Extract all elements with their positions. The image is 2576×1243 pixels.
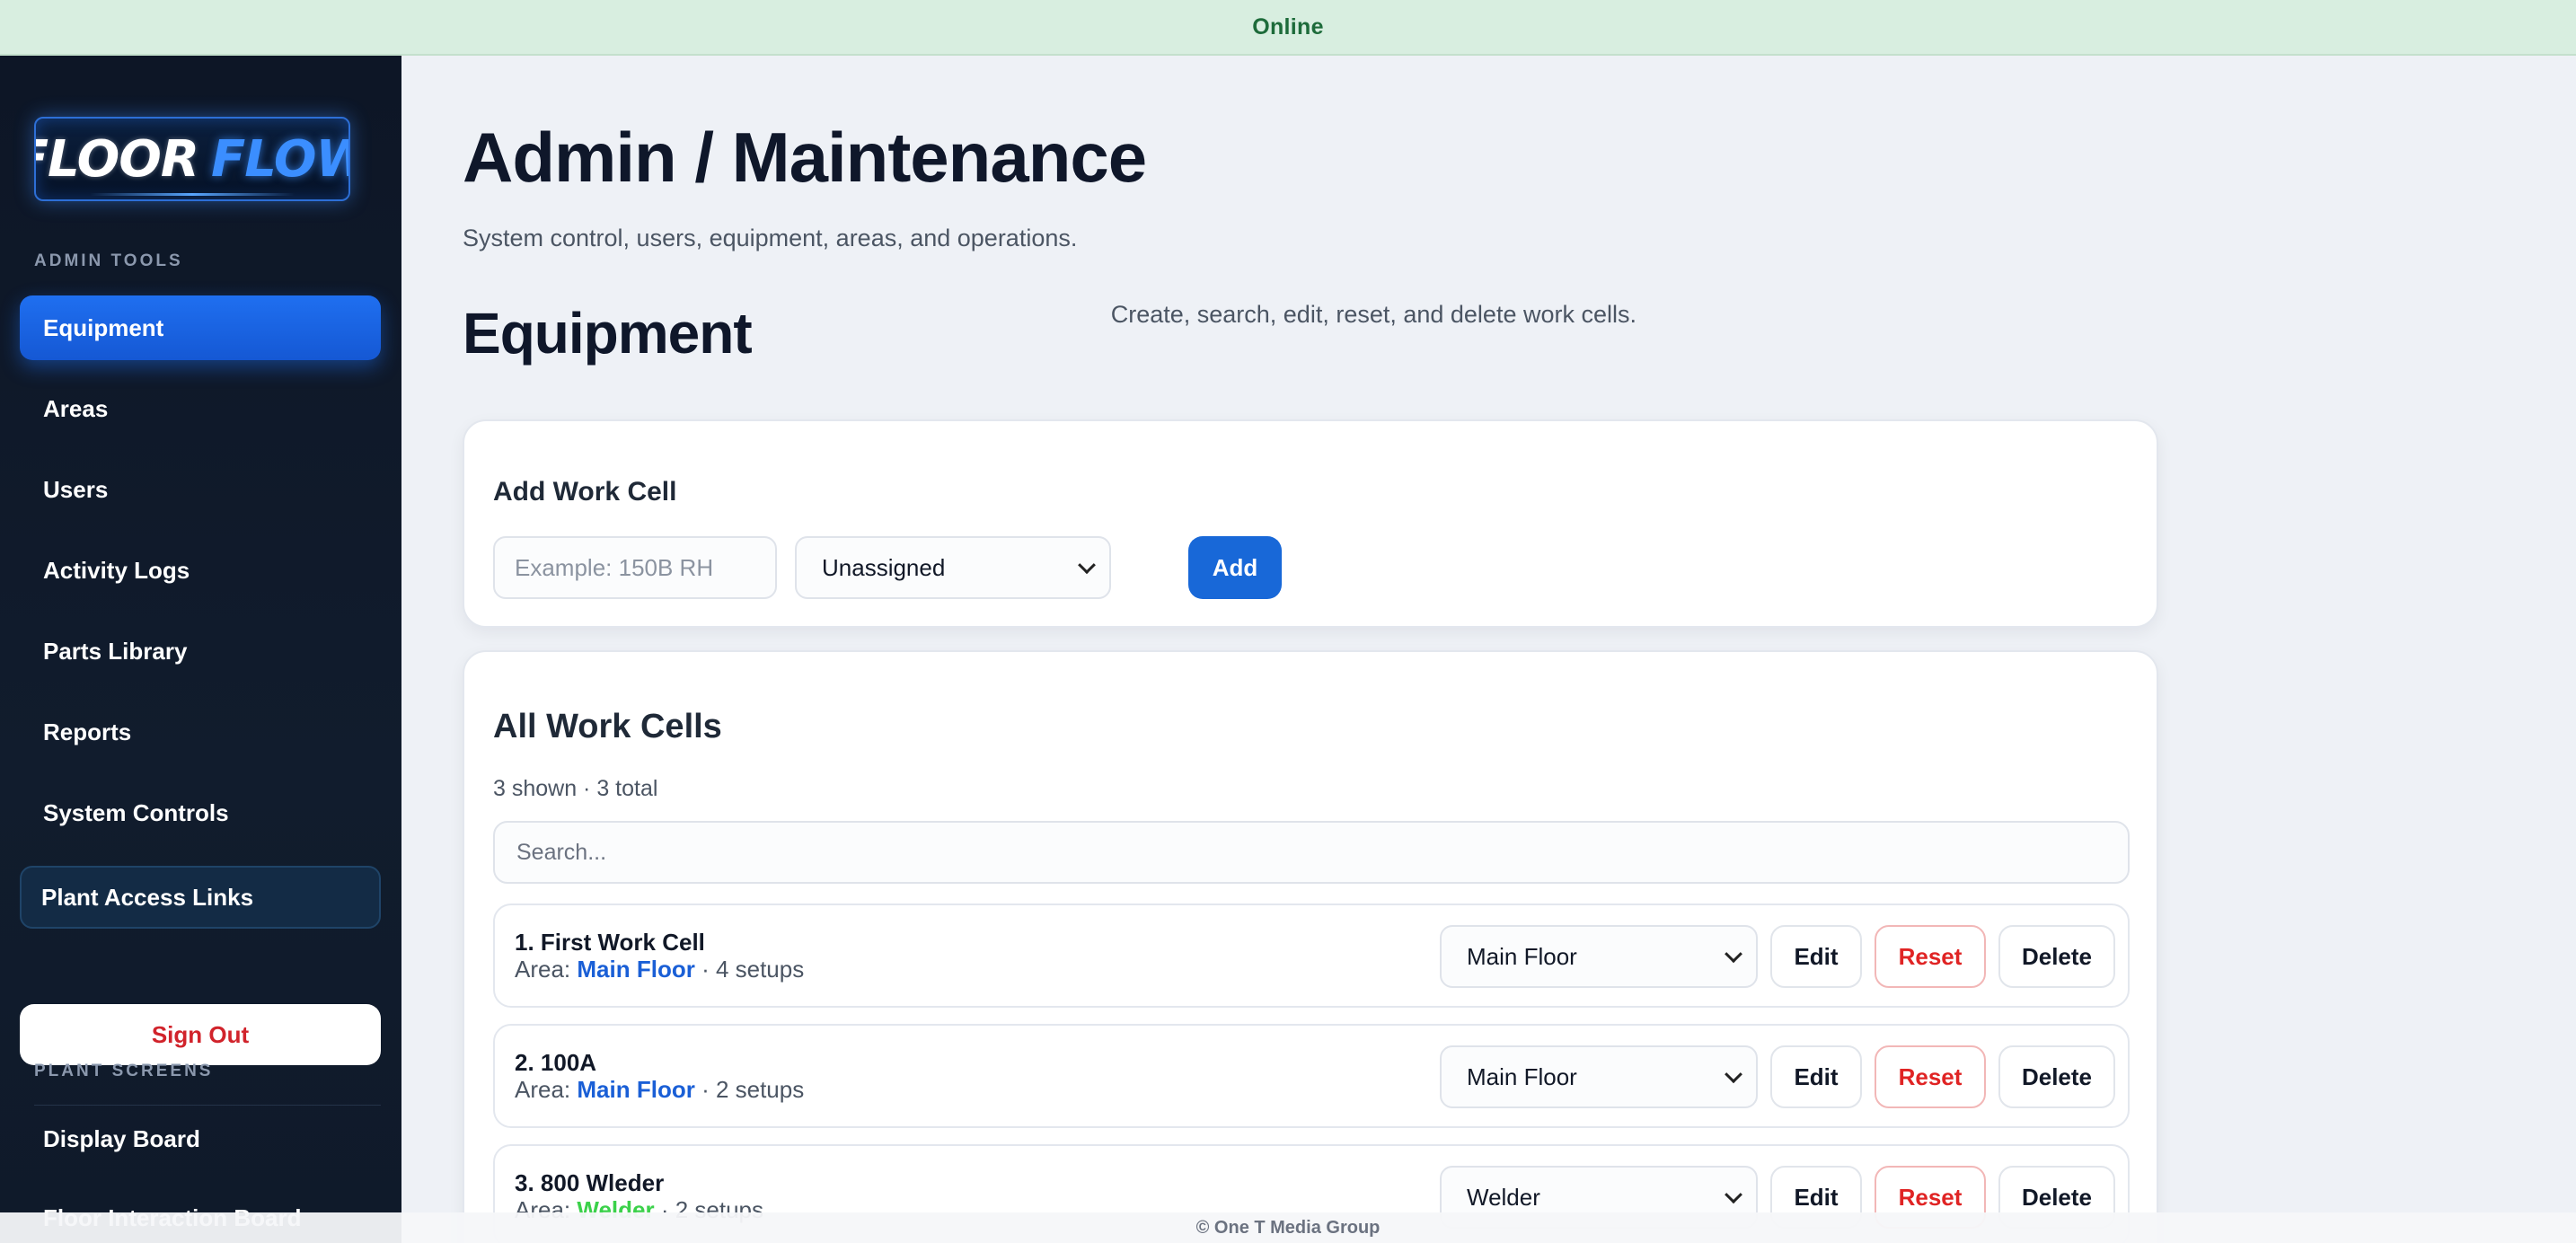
chevron-down-icon	[1078, 556, 1096, 575]
all-work-cells-heading: All Work Cells	[493, 708, 722, 745]
sidebar-item-label: Parts Library	[43, 637, 188, 665]
work-cell-area-select[interactable]: Main Floor	[1440, 1045, 1758, 1108]
work-cell-meta: Area: Main Floor · 4 setups	[515, 956, 804, 983]
work-cell-setups: · 4 setups	[701, 956, 805, 983]
chevron-down-icon	[1725, 1186, 1742, 1204]
area-select[interactable]: Unassigned	[795, 536, 1111, 599]
connection-status-bar: Online	[0, 0, 2576, 56]
main-content: Admin / Maintenance System control, user…	[401, 56, 2576, 1243]
sidebar-item-label: Users	[43, 475, 109, 503]
sign-out-button[interactable]: Sign Out	[20, 1004, 381, 1065]
work-cell-area-link[interactable]: Main Floor	[577, 956, 694, 983]
sidebar-item-activity-logs[interactable]: Activity Logs	[20, 538, 381, 603]
add-work-cell-card: Add Work Cell Unassigned Add	[463, 419, 2158, 628]
edit-button[interactable]: Edit	[1770, 925, 1862, 988]
chevron-down-icon	[1725, 945, 1742, 964]
search-input[interactable]	[493, 821, 2130, 884]
sidebar-item-label: Activity Logs	[43, 556, 190, 584]
sidebar-item-label: System Controls	[43, 798, 229, 826]
page-footer: © One T Media Group	[0, 1212, 2576, 1243]
plant-access-links-label: Plant Access Links	[41, 883, 254, 911]
page-subtitle: System control, users, equipment, areas,…	[463, 225, 1078, 251]
delete-button[interactable]: Delete	[1998, 1045, 2115, 1108]
area-select-value: Main Floor	[1467, 1062, 1577, 1090]
sidebar-item-label: Equipment	[43, 313, 164, 341]
footer-copyright: © One T Media Group	[1195, 1217, 1381, 1238]
plant-screens-label: PLANT SCREENS	[34, 1062, 214, 1080]
sidebar-item-equipment[interactable]: Equipment	[20, 295, 381, 360]
sidebar-item-label: Areas	[43, 394, 109, 422]
area-select-value: Main Floor	[1467, 942, 1577, 970]
logo-word-floor: FLOOR	[36, 129, 199, 189]
work-cell-row: 2. 100A Area: Main Floor · 2 setups Main…	[493, 1024, 2130, 1128]
all-work-cells-card: All Work Cells 3 shown · 3 total 1. Firs…	[463, 650, 2158, 1243]
work-cell-title: 2. 100A	[515, 1049, 597, 1076]
sidebar-item-system-controls[interactable]: System Controls	[20, 780, 381, 845]
delete-button[interactable]: Delete	[1998, 925, 2115, 988]
floorflow-logo[interactable]: FLOOR FLOW	[34, 117, 350, 201]
work-cells-count: 3 shown · 3 total	[493, 776, 658, 801]
work-cell-setups: · 2 setups	[701, 1076, 805, 1103]
sidebar-item-users[interactable]: Users	[20, 457, 381, 522]
area-prefix: Area:	[515, 956, 571, 983]
area-select-value: Unassigned	[822, 553, 946, 581]
work-cell-name-input[interactable]	[493, 536, 777, 599]
equipment-section-title: Equipment	[463, 301, 753, 366]
connection-status-text: Online	[1252, 13, 1324, 40]
work-cell-meta: Area: Main Floor · 2 setups	[515, 1076, 804, 1104]
sidebar-item-parts-library[interactable]: Parts Library	[20, 619, 381, 683]
page-title: Admin / Maintenance	[463, 118, 1147, 197]
equipment-section-description: Create, search, edit, reset, and delete …	[1110, 301, 1636, 328]
edit-button[interactable]: Edit	[1770, 1045, 1862, 1108]
sidebar-item-areas[interactable]: Areas	[20, 376, 381, 441]
add-work-cell-heading: Add Work Cell	[493, 477, 677, 507]
sidebar-item-label: Reports	[43, 718, 132, 745]
add-work-cell-button[interactable]: Add	[1188, 536, 1282, 599]
work-cell-row: 1. First Work Cell Area: Main Floor · 4 …	[493, 904, 2130, 1008]
reset-button[interactable]: Reset	[1875, 1045, 1986, 1108]
area-select-value: Welder	[1467, 1183, 1540, 1211]
sidebar-item-display-board[interactable]: Display Board	[20, 1106, 381, 1171]
logo-glow-line	[90, 193, 295, 196]
area-prefix: Area:	[515, 1076, 571, 1103]
work-cell-area-link[interactable]: Main Floor	[577, 1076, 694, 1103]
sidebar-item-reports[interactable]: Reports	[20, 700, 381, 764]
work-cell-title: 1. First Work Cell	[515, 929, 705, 956]
sidebar: FLOOR FLOW ADMIN TOOLS Equipment Areas U…	[0, 56, 401, 1243]
plant-access-links-button[interactable]: Plant Access Links	[20, 866, 381, 929]
reset-button[interactable]: Reset	[1875, 925, 1986, 988]
sidebar-divider	[34, 1105, 381, 1106]
work-cell-area-select[interactable]: Main Floor	[1440, 925, 1758, 988]
chevron-down-icon	[1725, 1065, 1742, 1084]
admin-tools-label: ADMIN TOOLS	[34, 251, 183, 270]
sidebar-item-label: Display Board	[43, 1124, 200, 1152]
logo-word-flow: FLOW	[210, 129, 348, 189]
work-cell-title: 3. 800 Wleder	[515, 1169, 665, 1196]
